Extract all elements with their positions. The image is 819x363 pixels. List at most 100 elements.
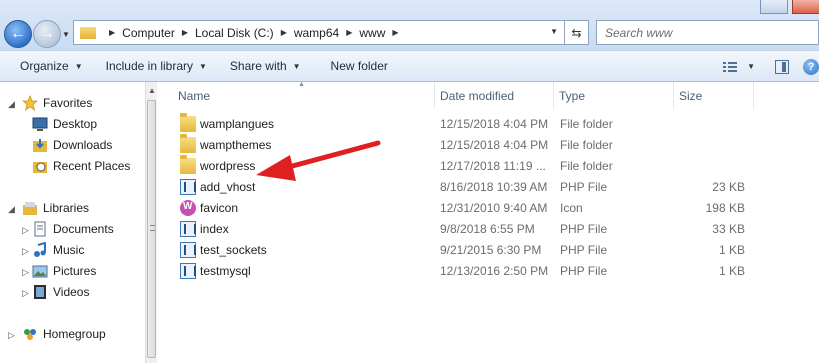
file-size: 23 KB bbox=[712, 180, 745, 194]
scroll-up-icon[interactable]: ▲ bbox=[148, 86, 156, 95]
back-arrow-icon: ← bbox=[10, 25, 26, 42]
expander-icon[interactable]: ▷ bbox=[22, 267, 29, 278]
file-name: favicon bbox=[200, 201, 239, 215]
homegroup-icon bbox=[24, 329, 36, 340]
command-bar: Organize ▼ Include in library ▼ Share wi… bbox=[0, 50, 819, 82]
chevron-right-icon[interactable]: ▶ bbox=[346, 28, 352, 37]
ico-file-icon bbox=[180, 200, 196, 216]
php-file-icon bbox=[180, 179, 196, 195]
search-input[interactable]: Search www bbox=[596, 20, 819, 45]
file-type: PHP File bbox=[560, 264, 608, 278]
column-type-label: Type bbox=[559, 88, 586, 103]
expander-icon[interactable]: ◢ bbox=[8, 204, 15, 215]
table-row[interactable]: test_sockets 9/21/2015 6:30 PM PHP File … bbox=[158, 240, 819, 261]
table-row[interactable]: wordpress 12/17/2018 11:19 ... File fold… bbox=[158, 155, 819, 177]
column-header-type[interactable]: Type bbox=[554, 82, 674, 109]
expander-icon[interactable]: ▷ bbox=[22, 246, 29, 257]
expander-icon[interactable]: ◢ bbox=[8, 99, 15, 110]
nav-downloads[interactable]: Downloads bbox=[32, 137, 112, 153]
documents-icon bbox=[34, 221, 46, 237]
maximize-button[interactable] bbox=[760, 0, 788, 14]
view-dropdown-icon[interactable]: ▼ bbox=[747, 62, 755, 71]
folder-icon bbox=[180, 155, 196, 174]
chevron-right-icon[interactable]: ▶ bbox=[392, 28, 398, 37]
breadcrumb-wamp64[interactable]: wamp64 bbox=[294, 26, 339, 40]
new-folder-label: New folder bbox=[330, 59, 388, 73]
table-row[interactable]: index 9/8/2018 6:55 PM PHP File 33 KB bbox=[158, 219, 819, 240]
file-size: 1 KB bbox=[718, 243, 745, 257]
table-row[interactable]: testmysql 12/13/2016 2:50 PM PHP File 1 … bbox=[158, 261, 819, 282]
breadcrumb-local-disk[interactable]: Local Disk (C:) bbox=[195, 26, 274, 40]
chevron-down-icon: ▼ bbox=[74, 61, 83, 71]
chevron-down-icon: ▼ bbox=[292, 61, 301, 71]
file-type: PHP File bbox=[560, 180, 608, 194]
nav-scrollbar[interactable]: ▲ bbox=[145, 82, 157, 363]
preview-pane-icon[interactable] bbox=[775, 59, 789, 74]
close-button[interactable] bbox=[792, 0, 819, 14]
refresh-button[interactable]: ⇆ bbox=[565, 20, 589, 45]
nav-documents-label: Documents bbox=[53, 222, 114, 236]
expander-icon[interactable]: ▷ bbox=[22, 288, 29, 299]
column-header-size[interactable]: Size bbox=[674, 82, 754, 109]
column-header-date-modified[interactable]: Date modified bbox=[435, 82, 554, 109]
file-size: 33 KB bbox=[712, 222, 745, 236]
grip-icon bbox=[150, 225, 155, 231]
nav-music[interactable]: Music bbox=[32, 242, 84, 258]
downloads-folder-icon bbox=[33, 139, 47, 152]
breadcrumb-computer[interactable]: Computer bbox=[122, 26, 175, 40]
table-row[interactable]: wamplangues 12/15/2018 4:04 PM File fold… bbox=[158, 113, 819, 135]
file-name: test_sockets bbox=[200, 243, 267, 257]
table-row[interactable]: favicon 12/31/2010 9:40 AM Icon 198 KB bbox=[158, 198, 819, 219]
chevron-right-icon[interactable]: ▶ bbox=[182, 28, 188, 37]
column-size-label: Size bbox=[679, 88, 703, 103]
file-name: wamplangues bbox=[200, 117, 275, 131]
back-button[interactable]: ← bbox=[4, 20, 32, 48]
nav-favorites[interactable]: Favorites bbox=[22, 95, 92, 111]
chevron-right-icon[interactable]: ▶ bbox=[281, 28, 287, 37]
include-in-library-menu[interactable]: Include in library ▼ bbox=[106, 59, 207, 73]
scrollbar-thumb[interactable] bbox=[147, 100, 156, 358]
view-options-icon[interactable] bbox=[723, 61, 738, 73]
file-date: 12/13/2016 2:50 PM bbox=[440, 264, 549, 278]
breadcrumb-www[interactable]: www bbox=[359, 26, 385, 40]
share-with-menu[interactable]: Share with ▼ bbox=[230, 59, 301, 73]
nav-recent-places[interactable]: Recent Places bbox=[32, 158, 130, 174]
column-header-name[interactable]: Name bbox=[158, 82, 435, 109]
organize-label: Organize bbox=[20, 59, 69, 73]
forward-arrow-icon: → bbox=[39, 25, 55, 42]
file-size: 198 KB bbox=[705, 201, 745, 215]
file-type: File folder bbox=[560, 159, 613, 173]
file-type: File folder bbox=[560, 117, 613, 131]
nav-desktop[interactable]: Desktop bbox=[32, 116, 97, 132]
navigation-pane: ◢ Favorites Desktop Downloads Recent Pla… bbox=[0, 82, 145, 363]
help-icon[interactable]: ? bbox=[803, 58, 819, 75]
nav-pictures[interactable]: Pictures bbox=[32, 263, 96, 279]
nav-documents[interactable]: Documents bbox=[32, 221, 114, 237]
nav-desktop-label: Desktop bbox=[53, 117, 98, 131]
chevron-right-icon[interactable]: ▶ bbox=[109, 28, 115, 37]
nav-videos[interactable]: Videos bbox=[32, 284, 89, 300]
libraries-icon bbox=[23, 202, 37, 215]
breadcrumb[interactable]: ▶ Computer ▶ Local Disk (C:) ▶ wamp64 ▶ … bbox=[73, 20, 565, 45]
file-type: Icon bbox=[560, 201, 583, 215]
table-row[interactable]: wampthemes 12/15/2018 4:04 PM File folde… bbox=[158, 134, 819, 156]
forward-button[interactable]: → bbox=[33, 20, 61, 48]
nav-downloads-label: Downloads bbox=[53, 138, 113, 152]
php-file-icon bbox=[180, 242, 196, 258]
expander-icon[interactable]: ▷ bbox=[8, 330, 15, 341]
nav-videos-label: Videos bbox=[53, 285, 90, 299]
new-folder-button[interactable]: New folder bbox=[331, 59, 388, 73]
file-name: testmysql bbox=[200, 264, 251, 278]
refresh-icon: ⇆ bbox=[571, 25, 582, 40]
table-row[interactable]: add_vhost 8/16/2018 10:39 AM PHP File 23… bbox=[158, 177, 819, 198]
desktop-icon bbox=[32, 117, 48, 131]
expander-icon[interactable]: ▷ bbox=[22, 225, 29, 236]
nav-homegroup[interactable]: Homegroup bbox=[22, 326, 106, 342]
file-name: wampthemes bbox=[200, 138, 272, 152]
star-icon bbox=[22, 95, 38, 111]
organize-menu[interactable]: Organize ▼ bbox=[20, 59, 83, 73]
recent-pages-dropdown-icon[interactable]: ▼ bbox=[62, 30, 70, 39]
nav-pictures-label: Pictures bbox=[53, 264, 97, 278]
nav-libraries[interactable]: Libraries bbox=[22, 200, 89, 216]
address-history-dropdown-icon[interactable]: ▼ bbox=[550, 27, 558, 36]
